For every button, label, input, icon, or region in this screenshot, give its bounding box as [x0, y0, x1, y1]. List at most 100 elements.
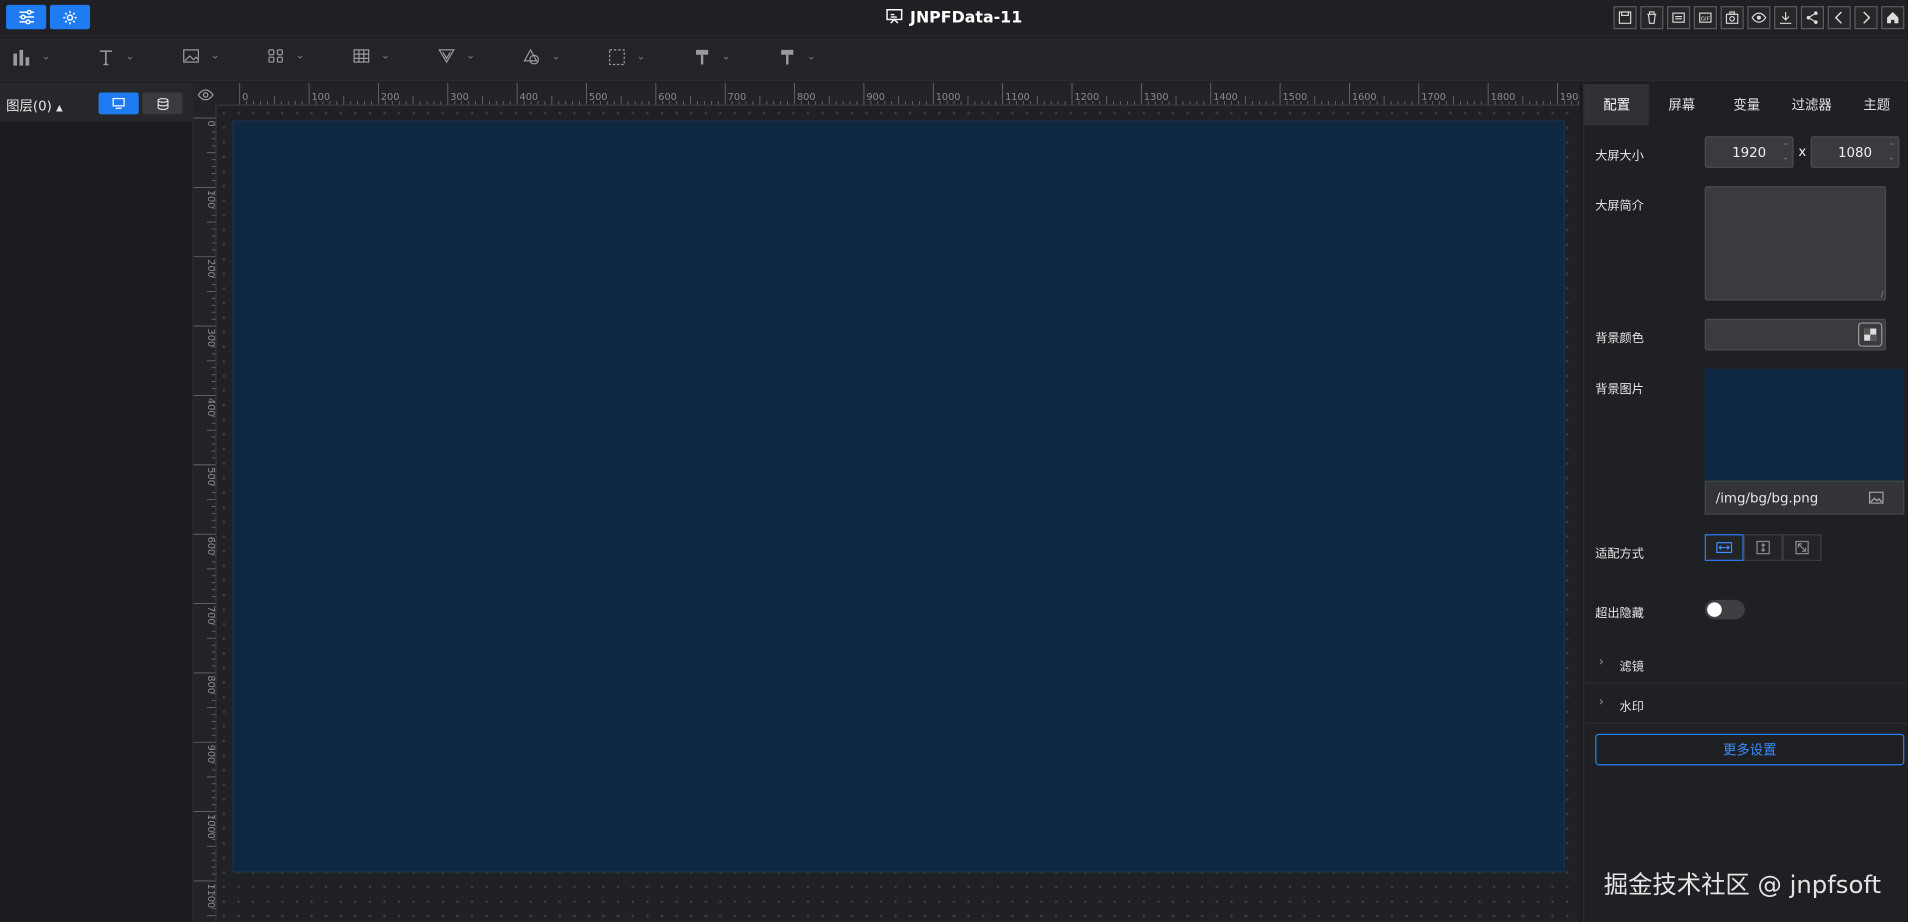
filter-icon [438, 49, 455, 64]
fit-mode-label: 适配方式 [1595, 547, 1644, 561]
chevron-down-icon: ⌄ [636, 51, 646, 64]
ruler-label: 900 [205, 745, 216, 764]
vertical-ruler[interactable]: 0 100 200 300 400 500 600 700 800 900 1000 1100 [193, 105, 217, 922]
tool-hammer[interactable]: ⌄ [694, 49, 731, 66]
chevron-down-icon: ⌄ [721, 51, 731, 64]
redo-button[interactable] [1854, 6, 1878, 30]
width-input[interactable]: 1920 ⌃ ⌄ [1704, 136, 1794, 168]
ruler-ticks-horizontal: 0 100 200 300 400 500 600 700 800 900 1000 1100 1200… [239, 82, 1579, 105]
gif-button[interactable]: GIF [1693, 6, 1717, 30]
tab-filters[interactable]: 过滤器 [1779, 84, 1844, 125]
overflow-hidden-label: 超出隐藏 [1595, 607, 1644, 621]
ruler-visibility-toggle[interactable] [193, 82, 217, 106]
layer-view-data[interactable] [142, 92, 183, 115]
app-title: JNPFData-11 [910, 9, 1023, 28]
fit-mode-group [1704, 534, 1822, 561]
ruler-label: 1000 [936, 92, 961, 103]
save-button[interactable] [1613, 6, 1637, 30]
chevron-right-icon: › [1598, 655, 1604, 670]
bg-image-preview[interactable] [1704, 368, 1905, 481]
ruler-label: 0 [242, 92, 248, 103]
ruler-label: 700 [728, 92, 747, 103]
tool-text[interactable]: ⌄ [97, 49, 135, 66]
toggle-knob [1707, 602, 1722, 617]
delete-button[interactable] [1640, 6, 1664, 30]
intro-textarea[interactable]: ∕ [1704, 186, 1887, 301]
ruler-label: 1700 [1421, 92, 1446, 103]
download-icon [1780, 11, 1792, 24]
tool-grid[interactable]: ⌄ [268, 49, 305, 64]
overflow-hidden-toggle[interactable] [1704, 599, 1745, 620]
top-bar: JNPFData-11 GIF [0, 0, 1908, 37]
size-separator: x [1798, 143, 1807, 160]
stepper-down-icon[interactable]: ⌄ [1888, 153, 1894, 162]
image-picker-icon[interactable] [1869, 491, 1884, 504]
ruler-label: 1200 [1074, 92, 1099, 103]
tab-theme[interactable]: 主题 [1844, 84, 1908, 125]
preview-eye-icon [1751, 12, 1767, 23]
image-icon [183, 49, 199, 63]
bg-image-path: /img/bg/bg.png [1715, 490, 1819, 507]
eye-icon [196, 88, 214, 100]
fit-stretch-icon [1795, 540, 1809, 555]
tool-misc[interactable]: ⌄ [779, 49, 816, 66]
tool-chart[interactable]: ⌄ [12, 49, 51, 66]
bg-image-label: 背景图片 [1595, 383, 1644, 397]
ruler-label: 800 [205, 675, 216, 694]
chevron-down-icon: ⌄ [806, 51, 816, 64]
component-toolbar: ⌄ ⌄ ⌄ ⌄ ⌄ ⌄ ⌄ ⌄ ⌄ ⌄ [0, 37, 1908, 82]
bg-color-label: 背景颜色 [1595, 332, 1644, 346]
ruler-label: 1100 [1005, 92, 1030, 103]
template-button[interactable] [1667, 6, 1691, 30]
ruler-label: 400 [520, 92, 539, 103]
chevron-down-icon: ⌄ [210, 49, 220, 63]
tool-filter[interactable]: ⌄ [438, 49, 475, 64]
horizontal-ruler[interactable]: 0 100 200 300 400 500 600 700 800 900 1000 1100 1200… [216, 82, 1580, 106]
tool-image[interactable]: ⌄ [183, 49, 220, 64]
screen-canvas[interactable] [233, 121, 1564, 872]
database-icon [156, 97, 168, 110]
tab-variables[interactable]: 变量 [1714, 84, 1779, 125]
preview-button[interactable] [1747, 6, 1771, 30]
fit-stretch-button[interactable] [1782, 534, 1822, 561]
gif-icon: GIF [1699, 12, 1712, 23]
ruler-label: 500 [205, 467, 216, 486]
chevron-down-icon: ⌄ [380, 49, 391, 63]
tab-screen[interactable]: 屏幕 [1649, 84, 1714, 125]
layers-toggle[interactable]: 图层(0) ▲ [6, 96, 63, 115]
stepper-down-icon[interactable]: ⌄ [1783, 153, 1789, 162]
fit-height-button[interactable] [1743, 534, 1783, 561]
color-picker-button[interactable] [1858, 322, 1883, 347]
ruler-label: 300 [450, 92, 469, 103]
more-settings-button[interactable]: 更多设置 [1595, 733, 1905, 766]
screenshot-button[interactable] [1720, 6, 1744, 30]
presentation-icon [886, 7, 903, 29]
home-button[interactable] [1881, 6, 1905, 30]
section-filter[interactable]: › 滤镜 [1584, 644, 1908, 684]
share-button[interactable] [1800, 6, 1824, 30]
stepper-up-icon[interactable]: ⌃ [1888, 142, 1894, 151]
download-button[interactable] [1774, 6, 1798, 30]
chevron-down-icon: ⌄ [551, 50, 561, 63]
section-watermark[interactable]: › 水印 [1584, 684, 1908, 724]
fit-width-button[interactable] [1704, 534, 1744, 561]
tab-config[interactable]: 配置 [1584, 83, 1650, 126]
ruler-label: 1500 [1283, 92, 1308, 103]
layers-header: 图层(0) ▲ [0, 82, 194, 122]
tool-shapes[interactable]: ⌄ [523, 48, 561, 65]
chevron-down-icon: ⌄ [466, 49, 476, 63]
height-value: 1080 [1837, 144, 1873, 161]
bg-image-path-field[interactable]: /img/bg/bg.png [1704, 480, 1905, 515]
intro-label: 大屏简介 [1595, 199, 1644, 213]
ruler-label: 600 [658, 92, 677, 103]
tool-table[interactable]: ⌄ [353, 49, 390, 64]
ruler-ticks-vertical: 0 100 200 300 400 500 600 700 800 900 1000 1100 [193, 117, 216, 917]
stepper-up-icon[interactable]: ⌃ [1783, 142, 1789, 151]
bg-color-input[interactable] [1704, 318, 1887, 351]
height-input[interactable]: 1080 ⌃ ⌄ [1810, 136, 1900, 168]
ruler-label: 200 [205, 259, 216, 278]
section-watermark-label: 水印 [1619, 700, 1644, 715]
tool-border[interactable]: ⌄ [608, 49, 646, 66]
layer-view-screen[interactable] [98, 92, 139, 115]
undo-button[interactable] [1827, 6, 1851, 30]
